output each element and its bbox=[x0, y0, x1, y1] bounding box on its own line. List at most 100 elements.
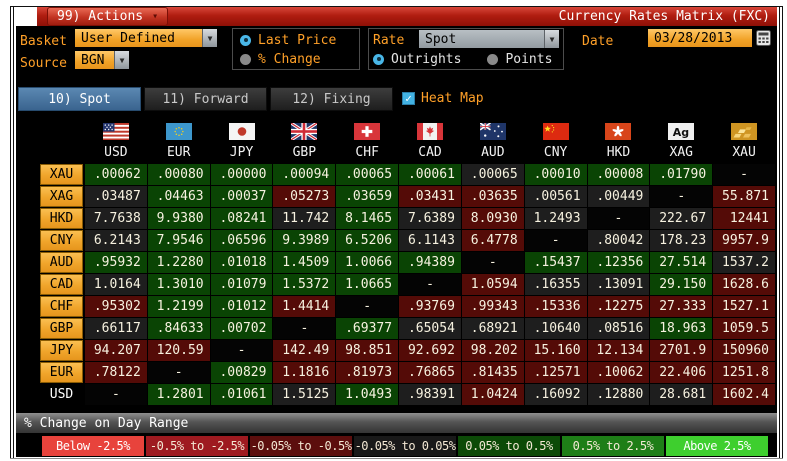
cell-chf-xag[interactable]: 27.333 bbox=[650, 296, 713, 317]
cell-eur-cny[interactable]: .12571 bbox=[524, 362, 587, 383]
cell-jpy-cad[interactable]: 92.692 bbox=[399, 340, 461, 361]
source-select[interactable]: BGN ▼ bbox=[75, 51, 129, 69]
cell-xag-xau[interactable]: 55.871 bbox=[713, 186, 775, 207]
cell-aud-eur[interactable]: 1.2280 bbox=[147, 252, 210, 273]
cell-cny-cny[interactable]: - bbox=[524, 230, 587, 251]
row-label-cny[interactable]: CNY bbox=[40, 230, 83, 251]
cell-cad-chf[interactable]: 1.0665 bbox=[336, 274, 399, 295]
cell-xau-aud[interactable]: .00065 bbox=[461, 164, 524, 185]
cell-jpy-xag[interactable]: 2701.9 bbox=[650, 340, 713, 361]
row-label-xau[interactable]: XAU bbox=[40, 164, 83, 185]
cell-usd-cad[interactable]: .98391 bbox=[399, 384, 461, 405]
cell-hkd-jpy[interactable]: .08241 bbox=[210, 208, 273, 229]
cell-cny-aud[interactable]: 6.4778 bbox=[461, 230, 524, 251]
cell-eur-cad[interactable]: .76865 bbox=[399, 362, 461, 383]
cell-usd-cny[interactable]: .16092 bbox=[524, 384, 587, 405]
cell-usd-aud[interactable]: 1.0424 bbox=[461, 384, 524, 405]
cell-xau-usd[interactable]: .00062 bbox=[85, 164, 147, 185]
cell-usd-xag[interactable]: 28.681 bbox=[650, 384, 713, 405]
cell-hkd-eur[interactable]: 9.9380 bbox=[147, 208, 210, 229]
cell-jpy-xau[interactable]: 150960 bbox=[713, 340, 775, 361]
cell-cad-usd[interactable]: 1.0164 bbox=[85, 274, 147, 295]
cell-eur-usd[interactable]: .78122 bbox=[85, 362, 147, 383]
row-label-usd[interactable]: USD bbox=[40, 384, 83, 405]
cell-xau-jpy[interactable]: .00000 bbox=[210, 164, 273, 185]
cell-usd-usd[interactable]: - bbox=[85, 384, 147, 405]
points-radio[interactable]: Points bbox=[487, 51, 552, 67]
cell-hkd-gbp[interactable]: 11.742 bbox=[273, 208, 336, 229]
cell-cad-xau[interactable]: 1628.6 bbox=[713, 274, 775, 295]
basket-select[interactable]: User Defined ▼ bbox=[75, 29, 217, 47]
cell-chf-eur[interactable]: 1.2199 bbox=[147, 296, 210, 317]
cell-hkd-chf[interactable]: 8.1465 bbox=[336, 208, 399, 229]
cell-xag-chf[interactable]: .03659 bbox=[336, 186, 399, 207]
cell-gbp-hkd[interactable]: .08516 bbox=[587, 318, 650, 339]
chevron-down-icon[interactable]: ▼ bbox=[114, 51, 129, 69]
cell-usd-jpy[interactable]: .01061 bbox=[210, 384, 273, 405]
cell-hkd-usd[interactable]: 7.7638 bbox=[85, 208, 147, 229]
cell-xag-cny[interactable]: .00561 bbox=[524, 186, 587, 207]
cell-cad-cad[interactable]: - bbox=[399, 274, 461, 295]
cell-gbp-xag[interactable]: 18.963 bbox=[650, 318, 713, 339]
cell-xag-gbp[interactable]: .05273 bbox=[273, 186, 336, 207]
cell-chf-usd[interactable]: .95302 bbox=[85, 296, 147, 317]
cell-aud-chf[interactable]: 1.0066 bbox=[336, 252, 399, 273]
cell-chf-chf[interactable]: - bbox=[336, 296, 399, 317]
cell-eur-eur[interactable]: - bbox=[147, 362, 210, 383]
cell-cny-xau[interactable]: 9957.9 bbox=[713, 230, 775, 251]
calculator-icon[interactable] bbox=[756, 30, 771, 46]
row-label-gbp[interactable]: GBP bbox=[40, 318, 83, 339]
cell-jpy-gbp[interactable]: 142.49 bbox=[273, 340, 336, 361]
row-label-eur[interactable]: EUR bbox=[40, 362, 83, 383]
tab-spot[interactable]: 10) Spot bbox=[18, 87, 141, 111]
cell-xag-jpy[interactable]: .00037 bbox=[210, 186, 273, 207]
cell-eur-gbp[interactable]: 1.1816 bbox=[273, 362, 336, 383]
cell-cny-chf[interactable]: 6.5206 bbox=[336, 230, 399, 251]
cell-xag-aud[interactable]: .03635 bbox=[461, 186, 524, 207]
cell-cny-cad[interactable]: 6.1143 bbox=[399, 230, 461, 251]
cell-eur-jpy[interactable]: .00829 bbox=[210, 362, 273, 383]
date-input[interactable]: 03/28/2013 bbox=[648, 29, 752, 47]
cell-cny-usd[interactable]: 6.2143 bbox=[85, 230, 147, 251]
cell-eur-xag[interactable]: 22.406 bbox=[650, 362, 713, 383]
cell-gbp-chf[interactable]: .69377 bbox=[336, 318, 399, 339]
row-label-cad[interactable]: CAD bbox=[40, 274, 83, 295]
cell-aud-cad[interactable]: .94389 bbox=[399, 252, 461, 273]
cell-chf-cad[interactable]: .93769 bbox=[399, 296, 461, 317]
cell-xag-cad[interactable]: .03431 bbox=[399, 186, 461, 207]
cell-gbp-xau[interactable]: 1059.5 bbox=[713, 318, 775, 339]
cell-hkd-xag[interactable]: 222.67 bbox=[650, 208, 713, 229]
cell-jpy-chf[interactable]: 98.851 bbox=[336, 340, 399, 361]
cell-hkd-xau[interactable]: 12441 bbox=[713, 208, 775, 229]
cell-jpy-hkd[interactable]: 12.134 bbox=[587, 340, 650, 361]
row-label-aud[interactable]: AUD bbox=[40, 252, 83, 273]
cell-aud-hkd[interactable]: .12356 bbox=[587, 252, 650, 273]
row-label-chf[interactable]: CHF bbox=[40, 296, 83, 317]
cell-xau-xau[interactable]: - bbox=[713, 164, 775, 185]
cell-hkd-cny[interactable]: 1.2493 bbox=[524, 208, 587, 229]
cell-usd-chf[interactable]: 1.0493 bbox=[336, 384, 399, 405]
cell-cad-gbp[interactable]: 1.5372 bbox=[273, 274, 336, 295]
cell-xau-cad[interactable]: .00061 bbox=[399, 164, 461, 185]
cell-jpy-cny[interactable]: 15.160 bbox=[524, 340, 587, 361]
outrights-radio[interactable]: Outrights bbox=[373, 51, 461, 67]
cell-gbp-usd[interactable]: .66117 bbox=[85, 318, 147, 339]
cell-cad-eur[interactable]: 1.3010 bbox=[147, 274, 210, 295]
cell-gbp-gbp[interactable]: - bbox=[273, 318, 336, 339]
cell-xau-gbp[interactable]: .00094 bbox=[273, 164, 336, 185]
cell-chf-aud[interactable]: .99343 bbox=[461, 296, 524, 317]
cell-xau-eur[interactable]: .00080 bbox=[147, 164, 210, 185]
cell-xag-eur[interactable]: .04463 bbox=[147, 186, 210, 207]
row-label-jpy[interactable]: JPY bbox=[40, 340, 83, 361]
heat-map-checkbox[interactable]: ✓ bbox=[402, 92, 415, 105]
cell-xag-usd[interactable]: .03487 bbox=[85, 186, 147, 207]
row-label-xag[interactable]: XAG bbox=[40, 186, 83, 207]
cell-aud-xau[interactable]: 1537.2 bbox=[713, 252, 775, 273]
tab-forward[interactable]: 11) Forward bbox=[144, 87, 267, 111]
cell-cad-aud[interactable]: 1.0594 bbox=[461, 274, 524, 295]
cell-aud-xag[interactable]: 27.514 bbox=[650, 252, 713, 273]
cell-cad-cny[interactable]: .16355 bbox=[524, 274, 587, 295]
cell-jpy-usd[interactable]: 94.207 bbox=[85, 340, 147, 361]
chevron-down-icon[interactable]: ▼ bbox=[544, 30, 559, 48]
cell-hkd-hkd[interactable]: - bbox=[587, 208, 650, 229]
